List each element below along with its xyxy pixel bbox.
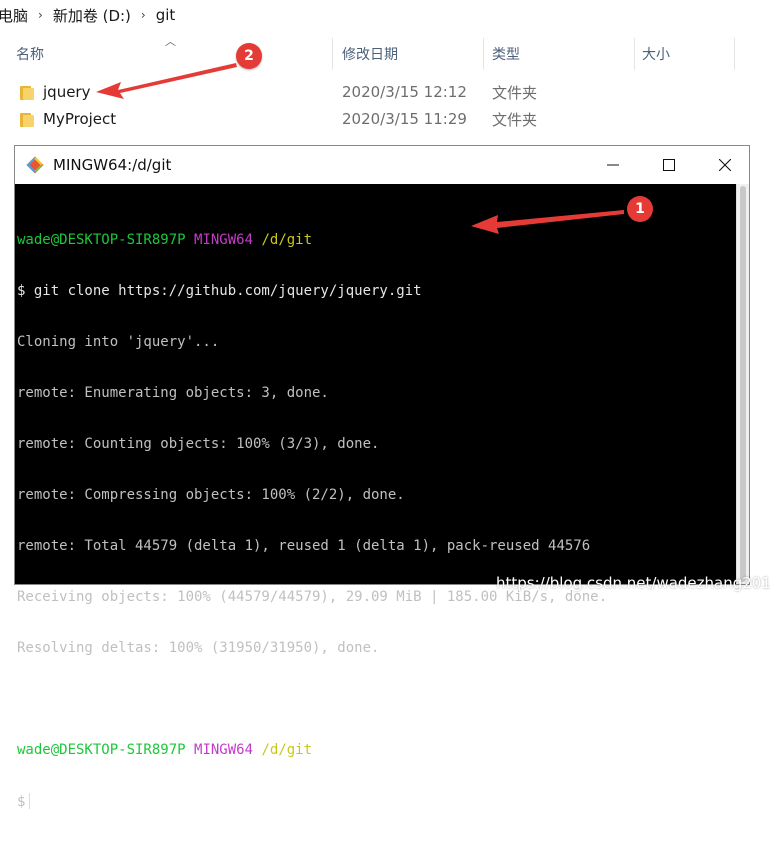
- file-modified: 2020/3/15 11:29: [342, 110, 467, 128]
- breadcrumb: 电脑 › 新加卷 (D:) › git: [0, 0, 770, 30]
- folder-icon: [20, 112, 34, 127]
- output-line: remote: Compressing objects: 100% (2/2),…: [17, 487, 405, 503]
- input-prompt: $: [17, 794, 26, 810]
- window-title: MINGW64:/d/git: [53, 156, 172, 174]
- file-type: 文件夹: [492, 83, 538, 102]
- file-name: jquery: [43, 83, 91, 101]
- watermark: https://blog.csdn.net/wadezhang2017: [496, 574, 770, 592]
- scrollbar[interactable]: [736, 184, 749, 584]
- prompt-user: wade@DESKTOP-SIR897P: [17, 232, 186, 248]
- input-line[interactable]: $: [17, 793, 727, 810]
- prompt-path: /d/git: [261, 742, 313, 758]
- title-bar[interactable]: MINGW64:/d/git: [15, 146, 749, 184]
- breadcrumb-item-git[interactable]: git: [156, 6, 176, 24]
- prompt-user: wade@DESKTOP-SIR897P: [17, 742, 186, 758]
- file-type: 文件夹: [492, 110, 538, 129]
- column-divider[interactable]: [634, 38, 635, 70]
- file-name: MyProject: [43, 110, 117, 128]
- breadcrumb-item-pc[interactable]: 电脑: [0, 5, 28, 26]
- scrollbar-thumb[interactable]: [740, 186, 746, 582]
- column-divider[interactable]: [332, 38, 333, 70]
- breadcrumb-item-drive[interactable]: 新加卷 (D:): [53, 5, 131, 26]
- column-divider[interactable]: [483, 38, 484, 70]
- maximize-icon: [663, 159, 675, 171]
- prompt-env: MINGW64: [194, 742, 254, 758]
- minimize-icon: [607, 164, 619, 166]
- annotation-badge-1: 1: [627, 196, 653, 222]
- prompt-line: wade@DESKTOP-SIR897P MINGW64 /d/git: [17, 232, 727, 249]
- sort-ascending-icon: ︿: [165, 35, 176, 48]
- close-button[interactable]: [697, 146, 753, 184]
- command-line: $ git clone https://github.com/jquery/jq…: [17, 283, 422, 299]
- annotation-badge-2: 2: [236, 43, 262, 69]
- file-row-jquery[interactable]: jquery 2020/3/15 12:12 文件夹: [0, 79, 770, 105]
- chevron-right-icon[interactable]: ›: [141, 8, 146, 22]
- column-header-modified[interactable]: 修改日期: [342, 38, 398, 70]
- output-line: remote: Enumerating objects: 3, done.: [17, 385, 329, 401]
- output-line: remote: Total 44579 (delta 1), reused 1 …: [17, 538, 591, 554]
- column-header-size[interactable]: 大小: [642, 38, 670, 70]
- output-line: Resolving deltas: 100% (31950/31950), do…: [17, 640, 380, 656]
- output-line: remote: Counting objects: 100% (3/3), do…: [17, 436, 380, 452]
- column-header-type[interactable]: 类型: [492, 38, 520, 70]
- prompt-line: wade@DESKTOP-SIR897P MINGW64 /d/git: [17, 742, 727, 759]
- maximize-button[interactable]: [641, 146, 697, 184]
- git-logo-icon: [26, 156, 44, 174]
- folder-icon: [20, 85, 34, 100]
- file-modified: 2020/3/15 12:12: [342, 83, 467, 101]
- chevron-right-icon[interactable]: ›: [38, 8, 43, 22]
- file-row-myproject[interactable]: MyProject 2020/3/15 11:29 文件夹: [0, 106, 770, 132]
- column-header-name[interactable]: 名称: [16, 38, 44, 70]
- output-line: Cloning into 'jquery'...: [17, 334, 220, 350]
- text-cursor: [29, 793, 31, 809]
- prompt-path: /d/git: [261, 232, 313, 248]
- minimize-button[interactable]: [585, 146, 641, 184]
- close-icon: [719, 159, 731, 171]
- terminal-output[interactable]: wade@DESKTOP-SIR897P MINGW64 /d/git $ gi…: [17, 198, 727, 810]
- prompt-env: MINGW64: [194, 232, 254, 248]
- column-divider[interactable]: [734, 38, 735, 70]
